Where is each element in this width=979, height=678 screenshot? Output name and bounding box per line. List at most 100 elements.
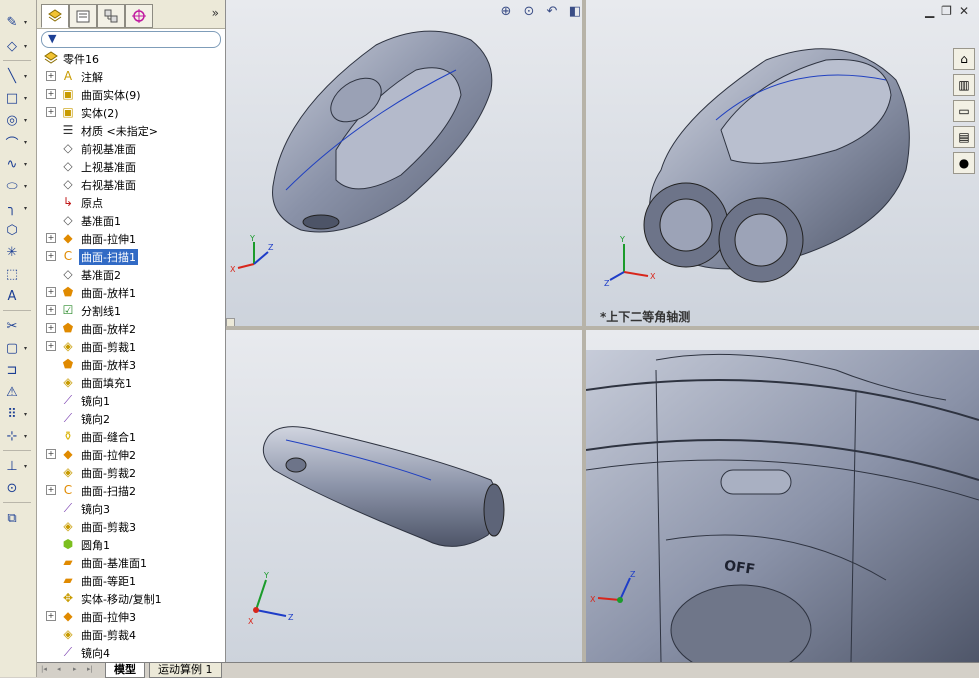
design-library-icon[interactable]: ▥ [953,74,975,96]
viewport-bottom-left[interactable]: Y Z X [226,330,582,662]
spline-icon[interactable]: ∿ ▾ [4,156,27,172]
dimxpert-tab[interactable] [125,4,153,28]
tree-row-label: 材质 <未指定> [81,125,158,138]
tree-row[interactable]: ◇ 基准面1 [37,211,209,229]
tree-row[interactable]: ◈ 曲面-剪裁4 [37,625,209,643]
line-icon[interactable]: ╲ ▾ [4,68,27,84]
property-manager-tab[interactable] [69,4,97,28]
expand-icon[interactable]: + [46,89,56,99]
feature-filter-input[interactable]: ▼ [41,31,221,48]
next-tab-icon[interactable]: ▸ [73,665,83,675]
convert-entities-icon[interactable]: ▢ ▾ [4,340,27,356]
tree-row[interactable]: + A 注解 [37,67,209,85]
feature-icon: ◈ [63,519,73,533]
tree-row[interactable]: + ◆ 曲面-拉伸1 [37,229,209,247]
tree-row[interactable]: + ◈ 曲面-剪裁1 [37,337,209,355]
feature-tree-icon [48,9,62,22]
expand-icon[interactable]: + [46,341,56,351]
tree-row[interactable]: ⬢ 圆角1 [37,535,209,553]
resources-home-icon[interactable]: ⌂ [953,48,975,70]
feature-icon: ◇ [63,267,73,281]
point-icon[interactable]: ✳ [4,244,20,260]
text-icon[interactable]: A [4,288,20,304]
tree-row[interactable]: ▰ 曲面-等距1 [37,571,209,589]
centerline-icon[interactable]: ⬚ [4,266,20,282]
tree-row[interactable]: ◇ 右视基准面 [37,175,209,193]
tree-row-label: 基准面1 [81,215,121,228]
prev-tab-icon[interactable]: ◂ [57,665,67,675]
appearances-icon[interactable]: ● [953,152,975,174]
expand-icon[interactable]: + [46,485,56,495]
tree-row[interactable]: ⟋ 镜向3 [37,499,209,517]
feature-tree-tab[interactable] [41,4,69,28]
tab-motion-study[interactable]: 运动算例 1 [149,663,222,678]
mirror-icon[interactable]: ⚠ [4,384,20,400]
circle-icon[interactable]: ◎ ▾ [4,112,27,128]
expand-icon[interactable]: + [46,611,56,621]
move-entities-icon[interactable]: ⊹ ▾ [4,428,27,444]
tree-row[interactable]: ⟋ 镜向4 [37,643,209,661]
trim-icon[interactable]: ✂ [4,318,20,334]
polygon-icon[interactable]: ⬡ [4,222,20,238]
repair-icon[interactable]: ⊙ [4,480,20,496]
tree-row[interactable]: + ▣ 曲面实体(9) [37,85,209,103]
tree-row[interactable]: + ◆ 曲面-拉伸2 [37,445,209,463]
tree-row[interactable]: + C 曲面-扫描1 [37,247,209,265]
expand-icon[interactable]: + [46,71,56,81]
expand-icon[interactable]: + [46,233,56,243]
expand-panel-icon[interactable]: » [212,6,219,20]
quick-snaps-icon[interactable]: ⧉ [4,510,20,526]
linear-pattern-icon[interactable]: ⠿ ▾ [4,406,27,422]
tree-row[interactable]: ☰ 材质 <未指定> [37,121,209,139]
tree-row[interactable]: + ☑ 分割线1 [37,301,209,319]
expand-icon[interactable]: + [46,287,56,297]
tree-row[interactable]: ◈ 曲面填充1 [37,373,209,391]
tree-row[interactable]: ◈ 曲面-剪裁3 [37,517,209,535]
tree-row[interactable]: + ◆ 曲面-拉伸3 [37,607,209,625]
vertical-splitter[interactable] [582,0,586,662]
first-tab-icon[interactable]: |◂ [41,665,51,675]
fillet-icon[interactable]: ╮ ▾ [4,200,27,216]
tree-row[interactable]: ⚱ 曲面-缝合1 [37,427,209,445]
tree-row[interactable]: + C 曲面-扫描2 [37,481,209,499]
tree-row-label: 注解 [81,71,103,84]
rectangle-icon[interactable]: □ ▾ [4,90,27,106]
last-tab-icon[interactable]: ▸| [87,665,97,675]
relations-icon[interactable]: ⊥ ▾ [4,458,27,474]
expand-icon[interactable]: + [46,251,56,261]
expand-icon[interactable]: + [46,107,56,117]
tree-row[interactable]: + ▣ 实体(2) [37,103,209,121]
file-explorer-icon[interactable]: ▭ [953,100,975,122]
tree-row[interactable]: ◈ 曲面-剪裁2 [37,463,209,481]
tree-row[interactable]: ⬟ 曲面-放样3 [37,355,209,373]
smart-dimension-icon[interactable]: ◇ ▾ [4,38,27,54]
ellipse-icon[interactable]: ⬭ ▾ [4,178,27,194]
viewport-bottom-right[interactable]: OFF X Z [586,330,979,662]
tree-row[interactable]: ✥ 实体-移动/复制1 [37,589,209,607]
tree-row[interactable]: ▰ 曲面-基准面1 [37,553,209,571]
configuration-manager-tab[interactable] [97,4,125,28]
svg-text:Z: Z [630,570,636,579]
expand-icon[interactable]: + [46,305,56,315]
tree-row[interactable]: ◇ 上视基准面 [37,157,209,175]
tree-row[interactable]: ◇ 基准面2 [37,265,209,283]
viewport-top-right[interactable]: ▁ ❐ ✕ Y X Z *上下二等角轴测 ⌂ ▥ ▭ ▤ ● [586,0,979,326]
tree-row[interactable]: ◇ 前视基准面 [37,139,209,157]
tree-root[interactable]: 零件16 [37,49,209,67]
tree-row[interactable]: ⟋ 镜向1 [37,391,209,409]
horizontal-splitter[interactable] [226,326,979,330]
tree-row[interactable]: ↳ 原点 [37,193,209,211]
feature-manager-tabs: » [37,0,225,29]
arc-icon[interactable]: ⌒ ▾ [4,134,27,152]
viewport-top-left[interactable]: ⊕ ⊙ ↶ ◧ ▦▾ ◼▾ ◐▾ ✺▾ ▤▾ X Y Z ◂ [226,0,582,326]
offset-icon[interactable]: ⊐ [4,362,20,378]
tree-row[interactable]: + ⬟ 曲面-放样1 [37,283,209,301]
expand-icon[interactable]: + [46,449,56,459]
sketch-icon[interactable]: ✎ ▾ [4,14,27,30]
tree-row[interactable]: + ⬟ 曲面-放样2 [37,319,209,337]
view-palette-icon[interactable]: ▤ [953,126,975,148]
expand-icon[interactable]: + [46,323,56,333]
collapse-panel-handle[interactable]: ◂ [226,318,235,326]
tree-row[interactable]: ⟋ 镜向2 [37,409,209,427]
tab-model[interactable]: 模型 [105,663,145,678]
